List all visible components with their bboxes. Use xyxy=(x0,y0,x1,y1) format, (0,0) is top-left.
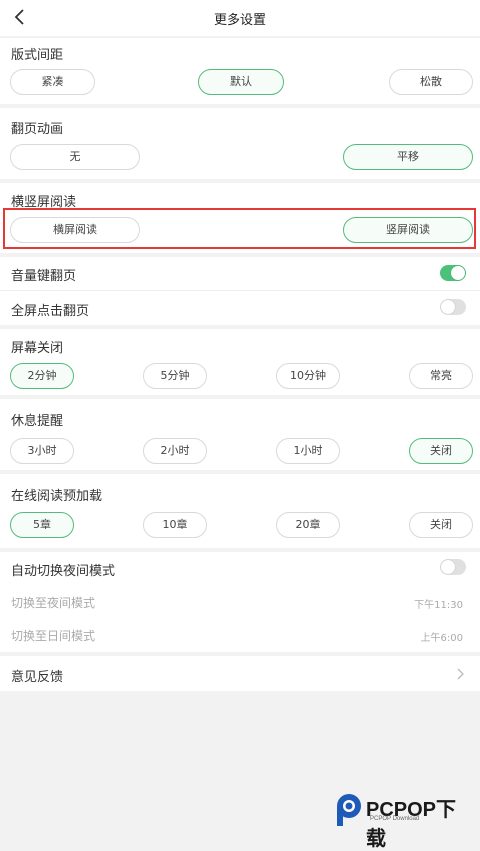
switch-to-day-row[interactable]: 切换至日间模式 上午6:00 xyxy=(0,618,480,652)
switch-to-night-label: 切换至夜间模式 xyxy=(11,596,96,610)
page-title: 更多设置 xyxy=(213,13,266,28)
preload-section: 在线阅读预加载 5章 10章 20章 关闭 xyxy=(0,474,480,548)
rest-reminder-label: 休息提醒 xyxy=(11,414,64,429)
preload-label: 在线阅读预加载 xyxy=(11,489,103,504)
rest-1h-option[interactable]: 1小时 xyxy=(276,438,340,464)
top-bar: 更多设置 xyxy=(0,0,480,36)
feedback-label: 意见反馈 xyxy=(11,670,64,685)
volume-key-flip-label: 音量键翻页 xyxy=(11,269,77,284)
fullscreen-tap-flip-label: 全屏点击翻页 xyxy=(11,304,90,319)
switch-to-night-row[interactable]: 切换至夜间模式 下午11:30 xyxy=(0,584,480,618)
rest-3h-option[interactable]: 3小时 xyxy=(10,438,74,464)
spacing-default-option[interactable]: 默认 xyxy=(198,69,284,95)
fullscreen-tap-flip-toggle[interactable] xyxy=(440,299,466,315)
preload-off-option[interactable]: 关闭 xyxy=(409,512,473,538)
auto-night-mode-toggle[interactable] xyxy=(440,559,466,575)
spacing-loose-option[interactable]: 松散 xyxy=(389,69,473,95)
auto-night-mode-row[interactable]: 自动切换夜间模式 xyxy=(0,552,480,584)
rest-2h-option[interactable]: 2小时 xyxy=(143,438,207,464)
auto-night-mode-label: 自动切换夜间模式 xyxy=(11,564,116,579)
switch-to-day-time: 上午6:00 xyxy=(420,633,463,644)
screen-off-5min-option[interactable]: 5分钟 xyxy=(143,363,207,389)
watermark-sub: PCPOP Download xyxy=(370,816,420,822)
page-animation-section: 翻页动画 无 平移 xyxy=(0,108,480,179)
chevron-right-icon xyxy=(454,666,466,680)
fullscreen-tap-flip-row[interactable]: 全屏点击翻页 xyxy=(0,291,480,325)
switch-to-day-label: 切换至日间模式 xyxy=(11,629,96,643)
volume-key-flip-row[interactable]: 音量键翻页 xyxy=(0,257,480,290)
preload-20-chapters-option[interactable]: 20章 xyxy=(276,512,340,538)
preload-5-chapters-option[interactable]: 5章 xyxy=(10,512,74,538)
switch-to-night-time: 下午11:30 xyxy=(414,600,463,611)
watermark-brand: PCPOP下载 xyxy=(366,799,457,850)
highlight-box xyxy=(3,208,476,249)
pcpop-logo-icon xyxy=(337,794,361,826)
animation-none-option[interactable]: 无 xyxy=(10,144,140,170)
animation-slide-option[interactable]: 平移 xyxy=(343,144,473,170)
rest-reminder-section: 休息提醒 3小时 2小时 1小时 关闭 xyxy=(0,399,480,470)
preload-10-chapters-option[interactable]: 10章 xyxy=(143,512,207,538)
rest-off-option[interactable]: 关闭 xyxy=(409,438,473,464)
layout-spacing-section: 版式间距 紧凑 默认 松散 xyxy=(0,38,480,104)
feedback-row[interactable]: 意见反馈 xyxy=(0,656,480,691)
screen-off-2min-option[interactable]: 2分钟 xyxy=(10,363,74,389)
pcpop-watermark-logo: PCPOP下载 PCPOP Download xyxy=(334,792,474,850)
spacing-compact-option[interactable]: 紧凑 xyxy=(10,69,95,95)
page-animation-label: 翻页动画 xyxy=(11,122,64,137)
volume-key-flip-toggle[interactable] xyxy=(440,265,466,281)
screen-off-10min-option[interactable]: 10分钟 xyxy=(276,363,340,389)
layout-spacing-label: 版式间距 xyxy=(11,48,64,63)
screen-off-always-on-option[interactable]: 常亮 xyxy=(409,363,473,389)
screen-off-label: 屏幕关闭 xyxy=(11,341,64,356)
screen-off-section: 屏幕关闭 2分钟 5分钟 10分钟 常亮 xyxy=(0,329,480,395)
